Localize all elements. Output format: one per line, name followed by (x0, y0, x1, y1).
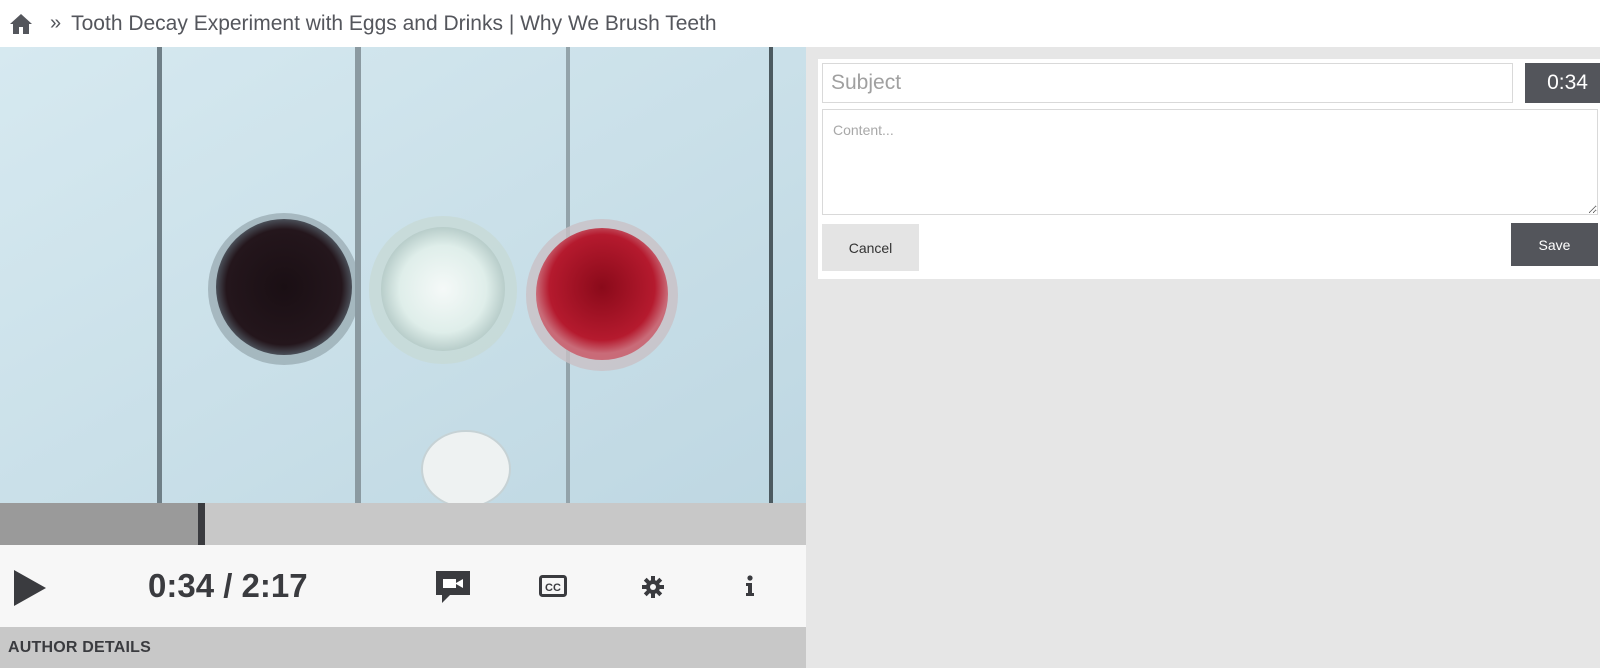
video-player: 0:34 / 2:17 CC AUTHOR DETAILS (0, 47, 806, 668)
page-title: Tooth Decay Experiment with Eggs and Dri… (71, 11, 717, 35)
video-frame[interactable] (0, 47, 806, 503)
author-details-label: AUTHOR DETAILS (8, 638, 151, 656)
play-icon[interactable] (10, 567, 50, 609)
note-form: 0:34 Cancel Save (818, 59, 1600, 279)
save-button[interactable]: Save (1511, 223, 1598, 266)
breadcrumb: » Tooth Decay Experiment with Eggs and D… (0, 0, 1600, 47)
breadcrumb-separator: » (50, 12, 62, 34)
note-timestamp: 0:34 (1525, 63, 1600, 103)
gear-icon[interactable] (640, 574, 666, 600)
notes-panel: 0:34 Cancel Save (806, 47, 1600, 668)
home-icon[interactable] (8, 11, 34, 37)
progress-bar[interactable] (0, 503, 806, 545)
player-controls: 0:34 / 2:17 CC (0, 545, 806, 627)
time-display: 0:34 / 2:17 (148, 567, 308, 604)
closed-captions-icon[interactable]: CC (538, 573, 568, 599)
progress-handle[interactable] (198, 503, 205, 545)
content-textarea[interactable] (822, 109, 1598, 215)
svg-text:CC: CC (545, 582, 561, 594)
progress-fill (0, 503, 200, 545)
video-comment-icon[interactable] (433, 567, 473, 607)
cancel-button[interactable]: Cancel (822, 224, 919, 271)
subject-input[interactable] (822, 63, 1513, 103)
info-icon[interactable] (742, 573, 758, 599)
author-details-header[interactable]: AUTHOR DETAILS (0, 627, 806, 668)
